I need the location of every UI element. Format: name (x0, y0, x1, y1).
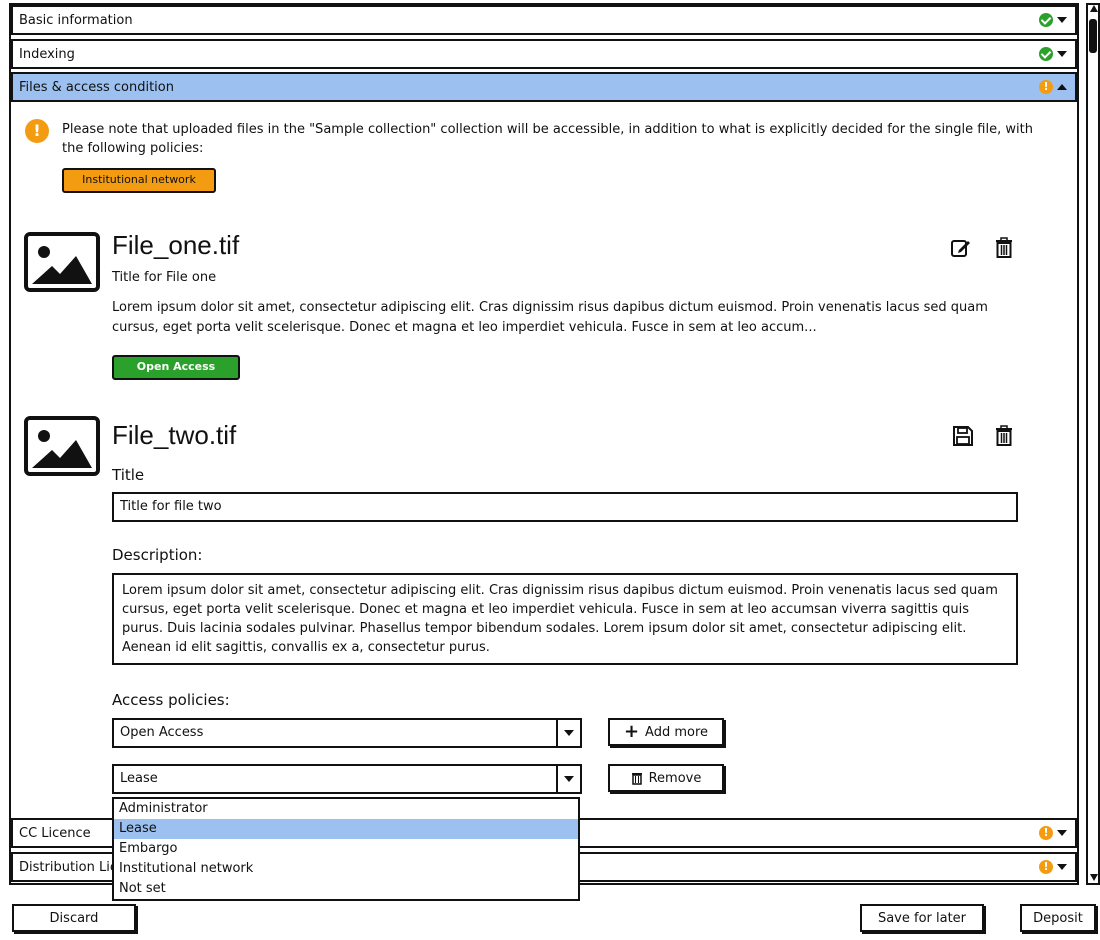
chevron-down-icon (556, 720, 580, 746)
check-icon (1039, 47, 1053, 61)
chevron-up-icon (1057, 84, 1067, 90)
warning-icon: ! (1039, 860, 1053, 874)
deposit-button[interactable]: Deposit (1020, 904, 1096, 932)
trash-icon (631, 773, 642, 785)
chevron-down-icon (1057, 17, 1067, 23)
description-textarea[interactable]: Lorem ipsum dolor sit amet, consectetur … (112, 573, 1018, 665)
plus-icon: + (623, 721, 640, 742)
edit-icon[interactable] (950, 237, 972, 259)
warning-icon: ! (1039, 826, 1053, 840)
warning-icon: ! (1039, 80, 1053, 94)
policy-dropdown-list: Administrator Lease Embargo Institutiona… (112, 797, 580, 901)
chevron-down-icon (1057, 51, 1067, 57)
save-for-later-label: Save for later (877, 910, 967, 926)
chevron-down-icon (1057, 864, 1067, 870)
collection-notice: Please note that uploaded files in the "… (62, 122, 1033, 156)
scroll-thumb[interactable] (1089, 19, 1097, 53)
scroll-up-icon[interactable] (1090, 5, 1098, 12)
file-name: File_one.tif (112, 230, 240, 260)
select-value: Open Access (120, 725, 204, 740)
policy-badge: Institutional network (62, 168, 216, 193)
add-more-label: Add more (645, 724, 709, 740)
title-input[interactable]: Title for file two (112, 492, 1018, 522)
trash-icon[interactable] (993, 237, 1015, 259)
warning-icon: ! (25, 119, 49, 143)
save-for-later-button[interactable]: Save for later (860, 904, 984, 932)
section-title: CC Licence (19, 825, 91, 841)
check-icon (1039, 13, 1053, 27)
trash-icon[interactable] (993, 425, 1015, 447)
description-label: Description: (112, 546, 203, 564)
access-policies-label: Access policies: (112, 691, 230, 709)
section-files-access[interactable]: Files & access condition ! (11, 72, 1077, 102)
scrollbar[interactable] (1086, 3, 1100, 885)
dropdown-option[interactable]: Embargo (114, 839, 578, 859)
section-title: Files & access condition (19, 79, 174, 95)
deposit-label: Deposit (1033, 910, 1083, 926)
discard-label: Discard (49, 910, 99, 926)
policy-select-1[interactable]: Open Access (112, 718, 582, 748)
add-more-button[interactable]: + Add more (608, 718, 724, 746)
chevron-down-icon (1057, 830, 1067, 836)
file-name: File_two.tif (112, 420, 237, 450)
remove-label: Remove (648, 770, 702, 786)
section-title: Indexing (19, 46, 75, 62)
scroll-down-icon[interactable] (1090, 874, 1098, 881)
policy-select-2[interactable]: Lease (112, 764, 582, 794)
section-title: Basic information (19, 12, 133, 28)
dropdown-option[interactable]: Not set (114, 879, 578, 899)
save-icon[interactable] (952, 425, 974, 447)
chevron-down-icon (556, 766, 580, 792)
discard-button[interactable]: Discard (12, 904, 136, 932)
image-icon (24, 232, 100, 292)
image-icon (24, 416, 100, 476)
file-title: Title for File one (112, 270, 217, 285)
title-label: Title (112, 466, 145, 484)
file-description: Lorem ipsum dolor sit amet, consectetur … (112, 300, 988, 335)
select-value: Lease (120, 771, 158, 786)
dropdown-option[interactable]: Administrator (114, 799, 578, 819)
section-basic-information[interactable]: Basic information (11, 5, 1077, 35)
access-badge: Open Access (112, 355, 240, 380)
dropdown-option[interactable]: Institutional network (114, 859, 578, 879)
remove-button[interactable]: Remove (608, 764, 724, 792)
section-indexing[interactable]: Indexing (11, 39, 1077, 69)
dropdown-option-selected[interactable]: Lease (114, 819, 578, 839)
